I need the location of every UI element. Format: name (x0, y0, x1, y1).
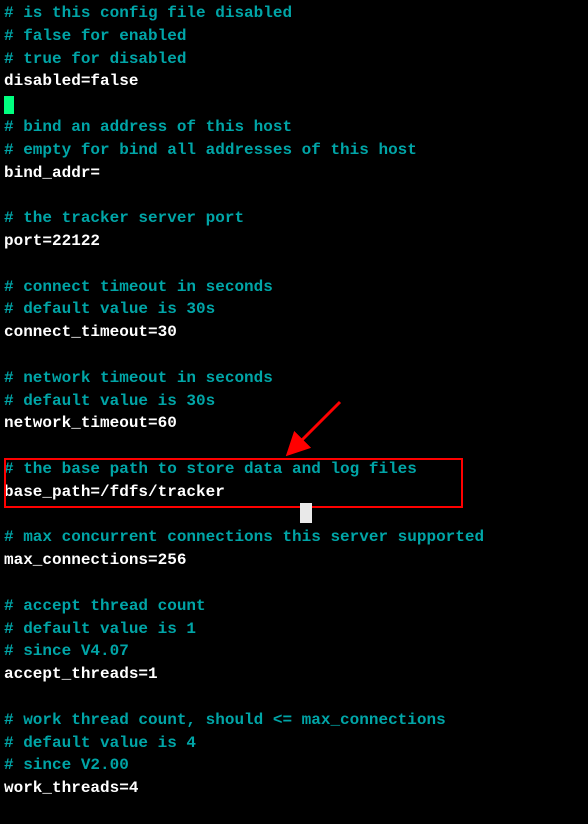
terminal-line: # the tracker server port (4, 207, 584, 230)
terminal-line: disabled=false (4, 70, 584, 93)
text-cursor (300, 503, 312, 523)
terminal-line: connect_timeout=30 (4, 321, 584, 344)
terminal-line: # default value is 4 (4, 732, 584, 755)
terminal-line: # default value is 1 (4, 618, 584, 641)
terminal-line: # network timeout in seconds (4, 367, 584, 390)
terminal-line (4, 344, 584, 367)
terminal-line: # max concurrent connections this server… (4, 526, 584, 549)
terminal-line: # default value is 30s (4, 390, 584, 413)
terminal-line (4, 93, 584, 116)
terminal-line (4, 504, 584, 527)
terminal-line (4, 184, 584, 207)
terminal-line (4, 435, 584, 458)
terminal-line: # the base path to store data and log fi… (4, 458, 584, 481)
terminal-line: work_threads=4 (4, 777, 584, 800)
terminal-line (4, 572, 584, 595)
terminal-line: # accept thread count (4, 595, 584, 618)
terminal-line: accept_threads=1 (4, 663, 584, 686)
terminal-line: network_timeout=60 (4, 412, 584, 435)
terminal-line (4, 686, 584, 709)
terminal-line: # since V2.00 (4, 754, 584, 777)
terminal-line: base_path=/fdfs/tracker (4, 481, 584, 504)
terminal-line: # connect timeout in seconds (4, 276, 584, 299)
terminal-viewport[interactable]: # is this config file disabled# false fo… (0, 0, 588, 802)
terminal-line: # true for disabled (4, 48, 584, 71)
terminal-line: # bind an address of this host (4, 116, 584, 139)
terminal-line: bind_addr= (4, 162, 584, 185)
terminal-line: # default value is 30s (4, 298, 584, 321)
terminal-line: # false for enabled (4, 25, 584, 48)
terminal-line: # is this config file disabled (4, 2, 584, 25)
terminal-line: port=22122 (4, 230, 584, 253)
terminal-line (4, 253, 584, 276)
terminal-line: max_connections=256 (4, 549, 584, 572)
terminal-line: # since V4.07 (4, 640, 584, 663)
block-cursor (4, 96, 14, 114)
terminal-line: # work thread count, should <= max_conne… (4, 709, 584, 732)
terminal-line: # empty for bind all addresses of this h… (4, 139, 584, 162)
